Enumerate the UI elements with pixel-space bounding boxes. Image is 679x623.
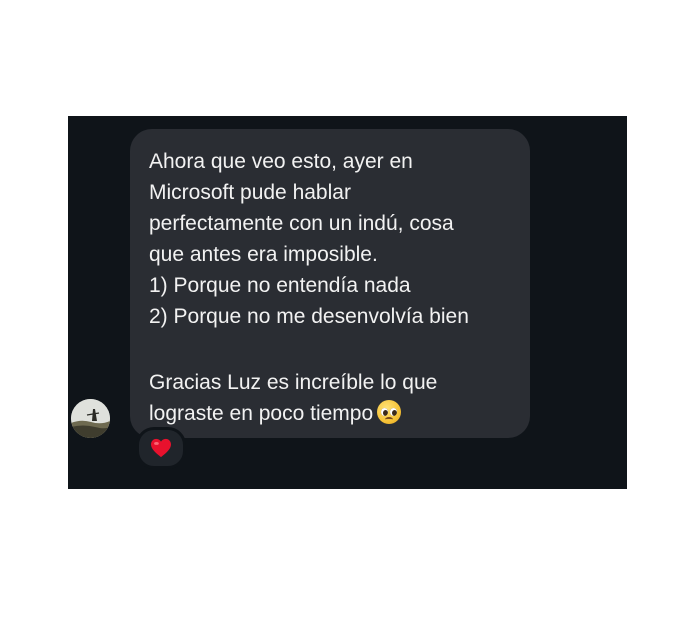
- heart-reaction[interactable]: [136, 427, 186, 469]
- message-line: 2) Porque no me desenvolvía bien: [149, 305, 469, 328]
- chat-panel: Ahora que veo esto, ayer en Microsoft pu…: [68, 116, 627, 489]
- message-line: Ahora que veo esto, ayer en: [149, 150, 413, 173]
- message-line: que antes era imposible.: [149, 243, 378, 266]
- avatar[interactable]: [71, 399, 110, 438]
- message-line: 1) Porque no entendía nada: [149, 274, 411, 297]
- message-line: Microsoft pude hablar: [149, 181, 351, 204]
- message-line-text: lograste en poco tiempo: [149, 402, 374, 425]
- red-heart-icon: [151, 438, 171, 458]
- pleading-face-icon: [377, 400, 402, 424]
- message-line-last: lograste en poco tiempo: [149, 398, 512, 429]
- message-bubble[interactable]: Ahora que veo esto, ayer en Microsoft pu…: [130, 129, 530, 438]
- message-line: Gracias Luz es increíble lo que: [149, 371, 438, 394]
- avatar-image: [71, 399, 110, 438]
- message-line: perfectamente con un indú, cosa: [149, 212, 454, 235]
